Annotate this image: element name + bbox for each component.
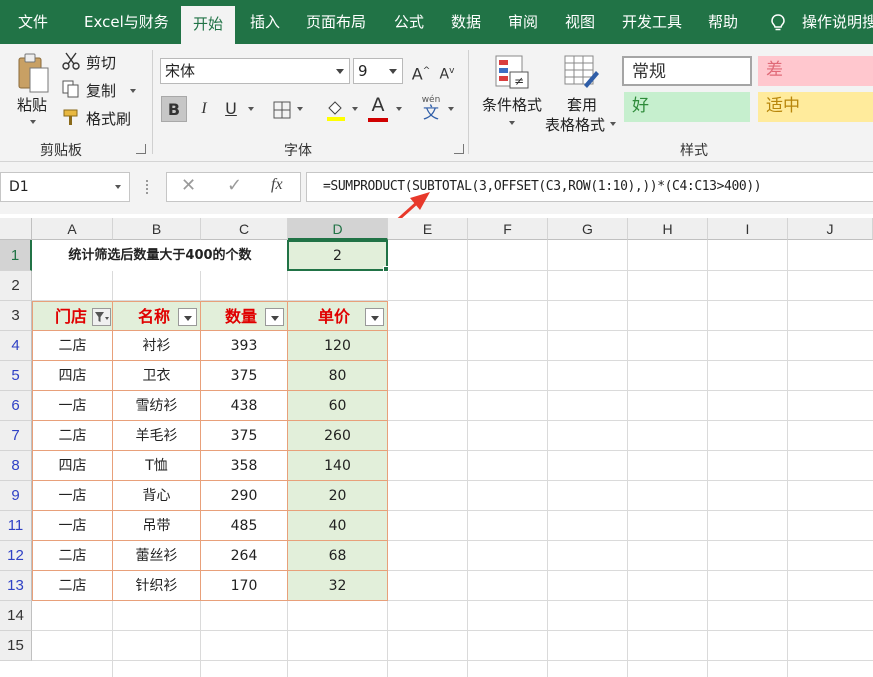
column-header-b[interactable]: B xyxy=(113,218,201,240)
filter-active-icon[interactable] xyxy=(92,308,111,326)
row-header-2[interactable]: 2 xyxy=(0,271,32,301)
column-header-c[interactable]: C xyxy=(201,218,288,240)
header-cell-name[interactable]: 名称 xyxy=(113,301,201,331)
row-header-5[interactable]: 5 xyxy=(0,361,32,391)
filter-dropdown-icon[interactable] xyxy=(265,308,284,326)
row-header-14[interactable]: 14 xyxy=(0,601,32,631)
table-cell[interactable]: 68 xyxy=(288,541,388,571)
table-cell[interactable]: 针织衫 xyxy=(113,571,201,601)
table-cell[interactable]: 32 xyxy=(288,571,388,601)
table-cell[interactable]: 80 xyxy=(288,361,388,391)
table-cell[interactable]: 375 xyxy=(201,421,288,451)
row-header-13[interactable]: 13 xyxy=(0,571,32,601)
column-header-h[interactable]: H xyxy=(628,218,708,240)
row-header-3[interactable]: 3 xyxy=(0,301,32,331)
row-header-7[interactable]: 7 xyxy=(0,421,32,451)
table-cell[interactable]: 二店 xyxy=(32,571,113,601)
table-cell[interactable]: 二店 xyxy=(32,541,113,571)
column-header-i[interactable]: I xyxy=(708,218,788,240)
row-header-11[interactable]: 11 xyxy=(0,511,32,541)
row-header-8[interactable]: 8 xyxy=(0,451,32,481)
filter-dropdown-icon[interactable] xyxy=(178,308,197,326)
header-cell-store[interactable]: 门店 xyxy=(32,301,113,331)
table-cell[interactable]: 20 xyxy=(288,481,388,511)
table-cell[interactable]: 吊带 xyxy=(113,511,201,541)
gridline xyxy=(32,660,873,661)
gridline xyxy=(787,240,788,677)
table-cell[interactable]: 120 xyxy=(288,331,388,361)
table-cell[interactable]: T恤 xyxy=(113,451,201,481)
table-cell[interactable]: 358 xyxy=(201,451,288,481)
table-cell[interactable]: 170 xyxy=(201,571,288,601)
header-store-label: 门店 xyxy=(55,307,88,326)
column-header-e[interactable]: E xyxy=(388,218,468,240)
table-cell[interactable]: 290 xyxy=(201,481,288,511)
header-cell-quantity[interactable]: 数量 xyxy=(201,301,288,331)
row-header-12[interactable]: 12 xyxy=(0,541,32,571)
cell-a1-title[interactable]: 统计筛选后数量大于400的个数 xyxy=(32,240,288,271)
table-cell[interactable]: 一店 xyxy=(32,481,113,511)
select-all-corner[interactable] xyxy=(0,218,32,240)
table-cell[interactable]: 438 xyxy=(201,391,288,421)
filter-dropdown-icon[interactable] xyxy=(365,308,384,326)
header-name-label: 名称 xyxy=(138,307,171,326)
table-cell[interactable]: 140 xyxy=(288,451,388,481)
table-cell[interactable]: 40 xyxy=(288,511,388,541)
cell-d1-result[interactable]: 2 xyxy=(287,240,388,271)
table-cell[interactable]: 羊毛衫 xyxy=(113,421,201,451)
table-cell[interactable]: 二店 xyxy=(32,331,113,361)
gridline xyxy=(32,630,873,631)
row-header-6[interactable]: 6 xyxy=(0,391,32,421)
column-header-j[interactable]: J xyxy=(788,218,873,240)
table-cell[interactable]: 393 xyxy=(201,331,288,361)
table-cell[interactable]: 60 xyxy=(288,391,388,421)
table-cell[interactable]: 四店 xyxy=(32,361,113,391)
table-cell[interactable]: 一店 xyxy=(32,391,113,421)
table-cell[interactable]: 264 xyxy=(201,541,288,571)
row-header-1[interactable]: 1 xyxy=(0,240,32,271)
column-header-f[interactable]: F xyxy=(468,218,548,240)
column-header-d[interactable]: D xyxy=(288,218,388,240)
table-cell[interactable]: 背心 xyxy=(113,481,201,511)
gridline xyxy=(627,240,628,677)
table-cell[interactable]: 485 xyxy=(201,511,288,541)
header-cell-price[interactable]: 单价 xyxy=(288,301,388,331)
table-cell[interactable]: 衬衫 xyxy=(113,331,201,361)
table-cell[interactable]: 260 xyxy=(288,421,388,451)
gridline xyxy=(467,240,468,677)
gridline xyxy=(547,240,548,677)
header-price-label: 单价 xyxy=(318,307,351,326)
table-cell[interactable]: 雪纺衫 xyxy=(113,391,201,421)
gridline xyxy=(707,240,708,677)
column-header-a[interactable]: A xyxy=(32,218,113,240)
row-header-15[interactable]: 15 xyxy=(0,631,32,661)
header-quantity-label: 数量 xyxy=(225,307,258,326)
worksheet-grid[interactable]: A B C D E F G H I J 1 2 3 4 5 6 7 8 9 11… xyxy=(0,218,873,677)
table-cell[interactable]: 蕾丝衫 xyxy=(113,541,201,571)
table-cell[interactable]: 一店 xyxy=(32,511,113,541)
column-header-g[interactable]: G xyxy=(548,218,628,240)
table-cell[interactable]: 四店 xyxy=(32,451,113,481)
table-cell[interactable]: 二店 xyxy=(32,421,113,451)
table-cell[interactable]: 卫衣 xyxy=(113,361,201,391)
fill-handle[interactable] xyxy=(383,266,389,272)
table-cell[interactable]: 375 xyxy=(201,361,288,391)
row-header-9[interactable]: 9 xyxy=(0,481,32,511)
row-header-4[interactable]: 4 xyxy=(0,331,32,361)
